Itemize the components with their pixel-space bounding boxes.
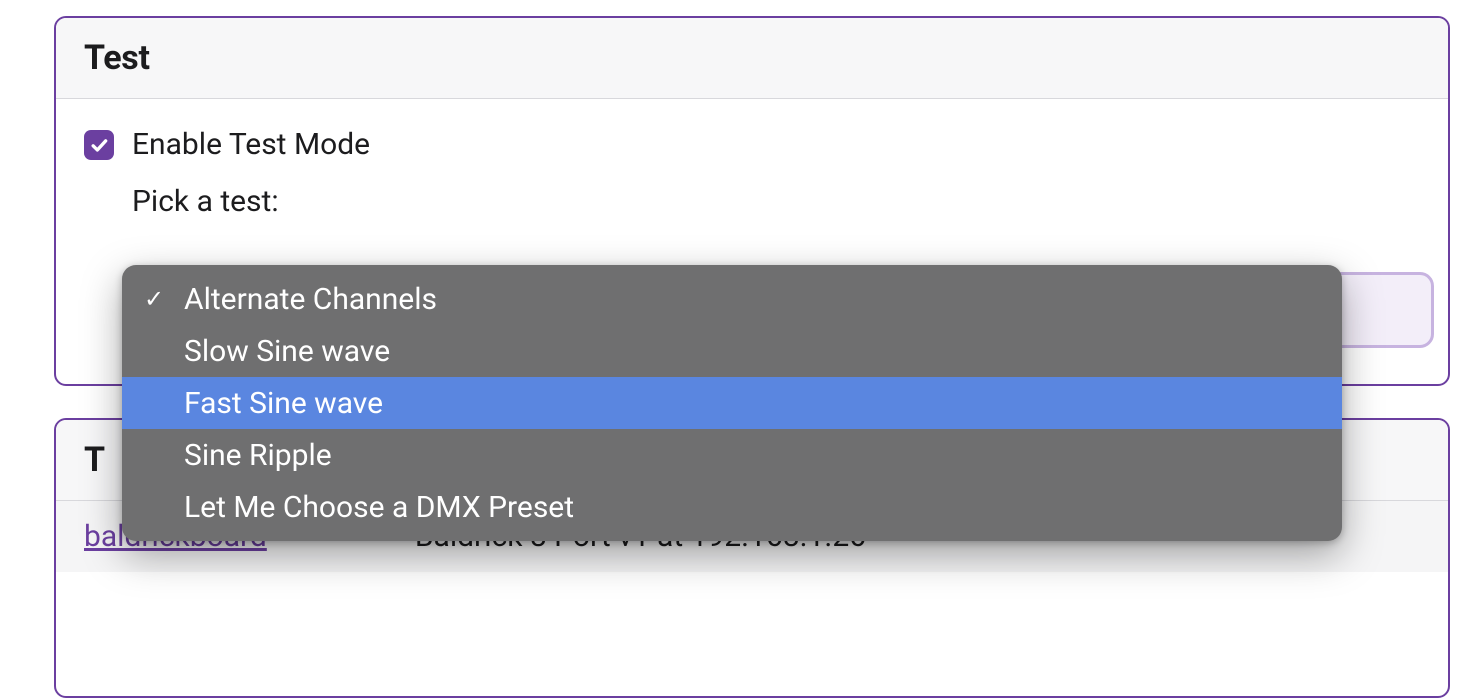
dropdown-option-label: Sine Ripple — [184, 438, 332, 473]
test-select-dropdown[interactable]: ✓ Alternate Channels Slow Sine wave Fast… — [122, 265, 1342, 541]
dropdown-option-label: Slow Sine wave — [184, 334, 390, 369]
check-icon: ✓ — [144, 285, 164, 313]
pick-a-test-label: Pick a test: — [132, 184, 1420, 219]
dropdown-option-label: Fast Sine wave — [184, 386, 383, 421]
test-panel-title: Test — [84, 38, 1420, 78]
enable-test-mode-label: Enable Test Mode — [132, 127, 370, 162]
dropdown-option-slow-sine-wave[interactable]: Slow Sine wave — [122, 325, 1342, 377]
dropdown-option-dmx-preset[interactable]: Let Me Choose a DMX Preset — [122, 481, 1342, 533]
enable-test-mode-checkbox[interactable] — [84, 130, 114, 160]
dropdown-option-label: Let Me Choose a DMX Preset — [184, 490, 574, 525]
enable-test-mode-row: Enable Test Mode — [84, 127, 1420, 162]
dropdown-option-label: Alternate Channels — [184, 282, 437, 317]
dropdown-option-alternate-channels[interactable]: ✓ Alternate Channels — [122, 273, 1342, 325]
test-panel-body: Enable Test Mode Pick a test: — [56, 99, 1448, 219]
test-panel-header: Test — [56, 18, 1448, 99]
check-icon — [89, 135, 109, 155]
dropdown-option-sine-ripple[interactable]: Sine Ripple — [122, 429, 1342, 481]
dropdown-option-fast-sine-wave[interactable]: Fast Sine wave — [122, 377, 1342, 429]
